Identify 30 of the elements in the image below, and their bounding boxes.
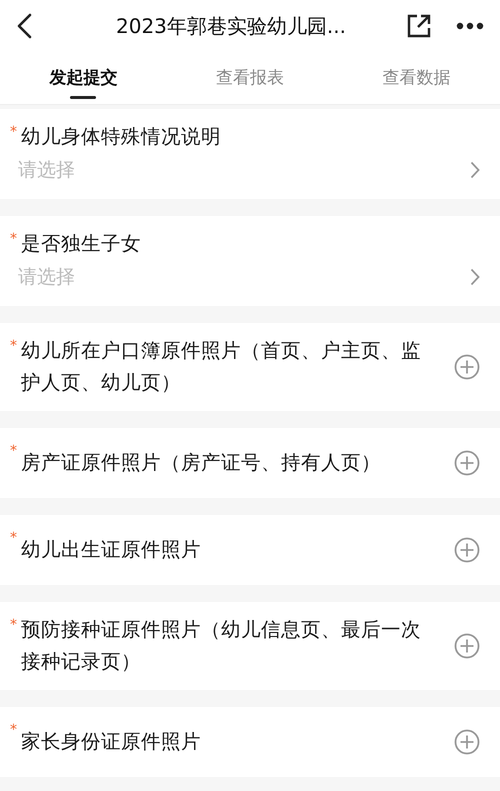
add-icon[interactable] <box>454 633 480 659</box>
tab[interactable]: 发起提交 <box>49 52 118 105</box>
more-icon[interactable] <box>456 22 484 30</box>
required-mark: * <box>10 444 17 458</box>
add-icon[interactable] <box>454 537 480 563</box>
tab[interactable]: 查看报表 <box>216 52 284 105</box>
share-icon[interactable] <box>406 13 432 39</box>
field-label: 房产证原件照片（房产证号、持有人页） <box>21 450 382 476</box>
required-mark: * <box>10 531 17 545</box>
field-label: 幼儿所在户口簿原件照片（首页、户主页、监护人页、幼儿页） <box>21 338 422 396</box>
required-mark: * <box>10 339 17 353</box>
select-field[interactable]: 请选择 <box>18 260 75 294</box>
field-label: 预防接种证原件照片（幼儿信息页、最后一次接种记录页） <box>21 617 422 675</box>
required-mark: * <box>10 232 17 246</box>
required-mark: * <box>10 125 17 139</box>
tab[interactable]: 查看数据 <box>382 52 451 105</box>
field-label: 家长身份证原件照片 <box>21 729 202 755</box>
required-mark: * <box>10 723 17 737</box>
add-icon[interactable] <box>454 450 480 476</box>
chevron-right-icon[interactable] <box>470 161 480 179</box>
chevron-right-icon[interactable] <box>470 268 480 286</box>
add-icon[interactable] <box>454 729 480 755</box>
select-field[interactable]: 请选择 <box>18 153 75 187</box>
field-label: 幼儿身体特殊情况说明 <box>21 124 221 150</box>
field-label: 幼儿出生证原件照片 <box>21 537 202 563</box>
page-title: 2023年郭巷实验幼儿园... <box>115 13 347 40</box>
required-mark: * <box>10 618 17 632</box>
field-label: 是否独生子女 <box>21 231 141 257</box>
add-icon[interactable] <box>454 354 480 380</box>
back-icon[interactable] <box>16 13 32 39</box>
